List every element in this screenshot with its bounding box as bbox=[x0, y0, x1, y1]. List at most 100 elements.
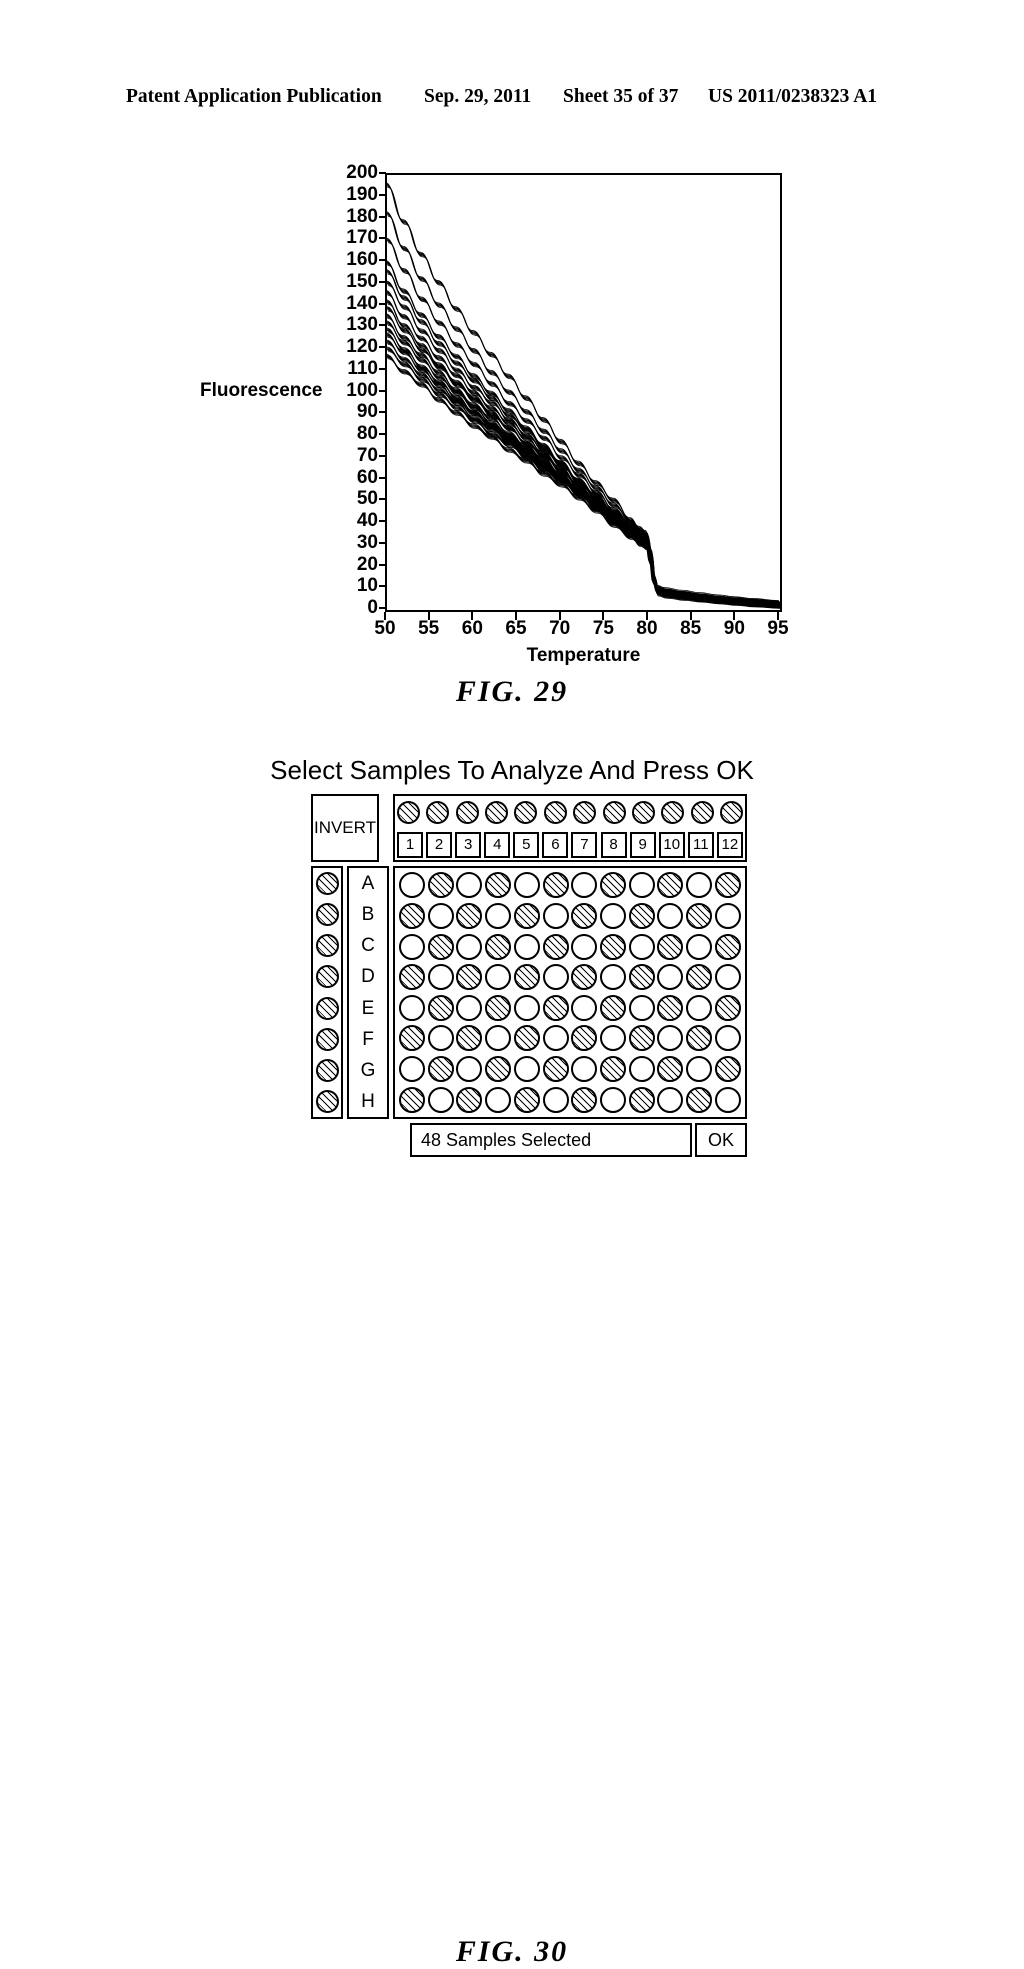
column-toggle-9[interactable] bbox=[631, 801, 655, 824]
well-E1[interactable] bbox=[399, 994, 425, 1021]
well-A12[interactable] bbox=[714, 872, 741, 899]
well-A9[interactable] bbox=[628, 872, 655, 899]
well-C2[interactable] bbox=[427, 933, 454, 960]
well-B12[interactable] bbox=[714, 902, 741, 929]
well-G12[interactable] bbox=[714, 1056, 741, 1083]
column-toggle-5[interactable] bbox=[514, 801, 538, 824]
well-F1[interactable] bbox=[399, 1025, 425, 1052]
well-C12[interactable] bbox=[714, 933, 741, 960]
well-C11[interactable] bbox=[686, 933, 713, 960]
well-C3[interactable] bbox=[456, 933, 483, 960]
invert-button[interactable]: INVERT bbox=[311, 794, 379, 862]
well-E4[interactable] bbox=[485, 994, 512, 1021]
well-F4[interactable] bbox=[485, 1025, 512, 1052]
well-C5[interactable] bbox=[513, 933, 540, 960]
row-toggle-E[interactable] bbox=[315, 996, 339, 1020]
well-D6[interactable] bbox=[542, 964, 569, 991]
column-number-4[interactable]: 4 bbox=[484, 831, 511, 858]
well-F7[interactable] bbox=[571, 1025, 598, 1052]
column-toggle-12[interactable] bbox=[719, 801, 743, 824]
well-G1[interactable] bbox=[399, 1056, 425, 1083]
well-D7[interactable] bbox=[571, 964, 598, 991]
well-A6[interactable] bbox=[542, 872, 569, 899]
column-number-1[interactable]: 1 bbox=[397, 831, 423, 858]
column-toggle-3[interactable] bbox=[455, 801, 479, 824]
column-toggle-4[interactable] bbox=[485, 801, 509, 824]
well-B10[interactable] bbox=[657, 902, 684, 929]
well-H10[interactable] bbox=[657, 1086, 684, 1113]
well-G6[interactable] bbox=[542, 1056, 569, 1083]
well-H1[interactable] bbox=[399, 1086, 425, 1113]
column-number-2[interactable]: 2 bbox=[426, 831, 453, 858]
well-H8[interactable] bbox=[600, 1086, 627, 1113]
well-C10[interactable] bbox=[657, 933, 684, 960]
well-E10[interactable] bbox=[657, 994, 684, 1021]
well-E11[interactable] bbox=[686, 994, 713, 1021]
well-E2[interactable] bbox=[427, 994, 454, 1021]
well-H2[interactable] bbox=[427, 1086, 454, 1113]
well-H6[interactable] bbox=[542, 1086, 569, 1113]
well-A3[interactable] bbox=[456, 872, 483, 899]
row-toggle-B[interactable] bbox=[315, 903, 339, 927]
well-A7[interactable] bbox=[571, 872, 598, 899]
well-G7[interactable] bbox=[571, 1056, 598, 1083]
column-toggle-11[interactable] bbox=[690, 801, 714, 824]
well-D10[interactable] bbox=[657, 964, 684, 991]
well-E3[interactable] bbox=[456, 994, 483, 1021]
well-C8[interactable] bbox=[600, 933, 627, 960]
well-G3[interactable] bbox=[456, 1056, 483, 1083]
well-E12[interactable] bbox=[714, 994, 741, 1021]
row-toggle-C[interactable] bbox=[315, 934, 339, 958]
well-D4[interactable] bbox=[485, 964, 512, 991]
well-G5[interactable] bbox=[513, 1056, 540, 1083]
well-F5[interactable] bbox=[513, 1025, 540, 1052]
well-G11[interactable] bbox=[686, 1056, 713, 1083]
well-B11[interactable] bbox=[686, 902, 713, 929]
column-number-5[interactable]: 5 bbox=[513, 831, 540, 858]
well-C6[interactable] bbox=[542, 933, 569, 960]
well-F11[interactable] bbox=[686, 1025, 713, 1052]
column-toggle-7[interactable] bbox=[573, 801, 597, 824]
well-G8[interactable] bbox=[600, 1056, 627, 1083]
well-G9[interactable] bbox=[628, 1056, 655, 1083]
well-G10[interactable] bbox=[657, 1056, 684, 1083]
row-toggle-H[interactable] bbox=[315, 1089, 339, 1113]
well-E6[interactable] bbox=[542, 994, 569, 1021]
well-B9[interactable] bbox=[628, 902, 655, 929]
well-F10[interactable] bbox=[657, 1025, 684, 1052]
well-F2[interactable] bbox=[427, 1025, 454, 1052]
well-D3[interactable] bbox=[456, 964, 483, 991]
row-toggle-F[interactable] bbox=[315, 1027, 339, 1051]
well-F9[interactable] bbox=[628, 1025, 655, 1052]
well-F3[interactable] bbox=[456, 1025, 483, 1052]
well-G2[interactable] bbox=[427, 1056, 454, 1083]
well-A1[interactable] bbox=[399, 872, 425, 899]
well-B8[interactable] bbox=[600, 902, 627, 929]
column-toggle-1[interactable] bbox=[397, 801, 420, 824]
column-number-12[interactable]: 12 bbox=[716, 831, 743, 858]
well-B7[interactable] bbox=[571, 902, 598, 929]
well-C4[interactable] bbox=[485, 933, 512, 960]
column-number-6[interactable]: 6 bbox=[542, 831, 569, 858]
well-A11[interactable] bbox=[686, 872, 713, 899]
well-B6[interactable] bbox=[542, 902, 569, 929]
well-D12[interactable] bbox=[714, 964, 741, 991]
well-A2[interactable] bbox=[427, 872, 454, 899]
well-D2[interactable] bbox=[427, 964, 454, 991]
well-H12[interactable] bbox=[714, 1086, 741, 1113]
well-H11[interactable] bbox=[686, 1086, 713, 1113]
well-E5[interactable] bbox=[513, 994, 540, 1021]
well-D8[interactable] bbox=[600, 964, 627, 991]
row-toggle-G[interactable] bbox=[315, 1058, 339, 1082]
well-C7[interactable] bbox=[571, 933, 598, 960]
well-G4[interactable] bbox=[485, 1056, 512, 1083]
well-B4[interactable] bbox=[485, 902, 512, 929]
well-E7[interactable] bbox=[571, 994, 598, 1021]
well-A10[interactable] bbox=[657, 872, 684, 899]
column-number-10[interactable]: 10 bbox=[658, 831, 685, 858]
well-E9[interactable] bbox=[628, 994, 655, 1021]
well-D5[interactable] bbox=[513, 964, 540, 991]
well-H4[interactable] bbox=[485, 1086, 512, 1113]
well-F8[interactable] bbox=[600, 1025, 627, 1052]
well-H5[interactable] bbox=[513, 1086, 540, 1113]
